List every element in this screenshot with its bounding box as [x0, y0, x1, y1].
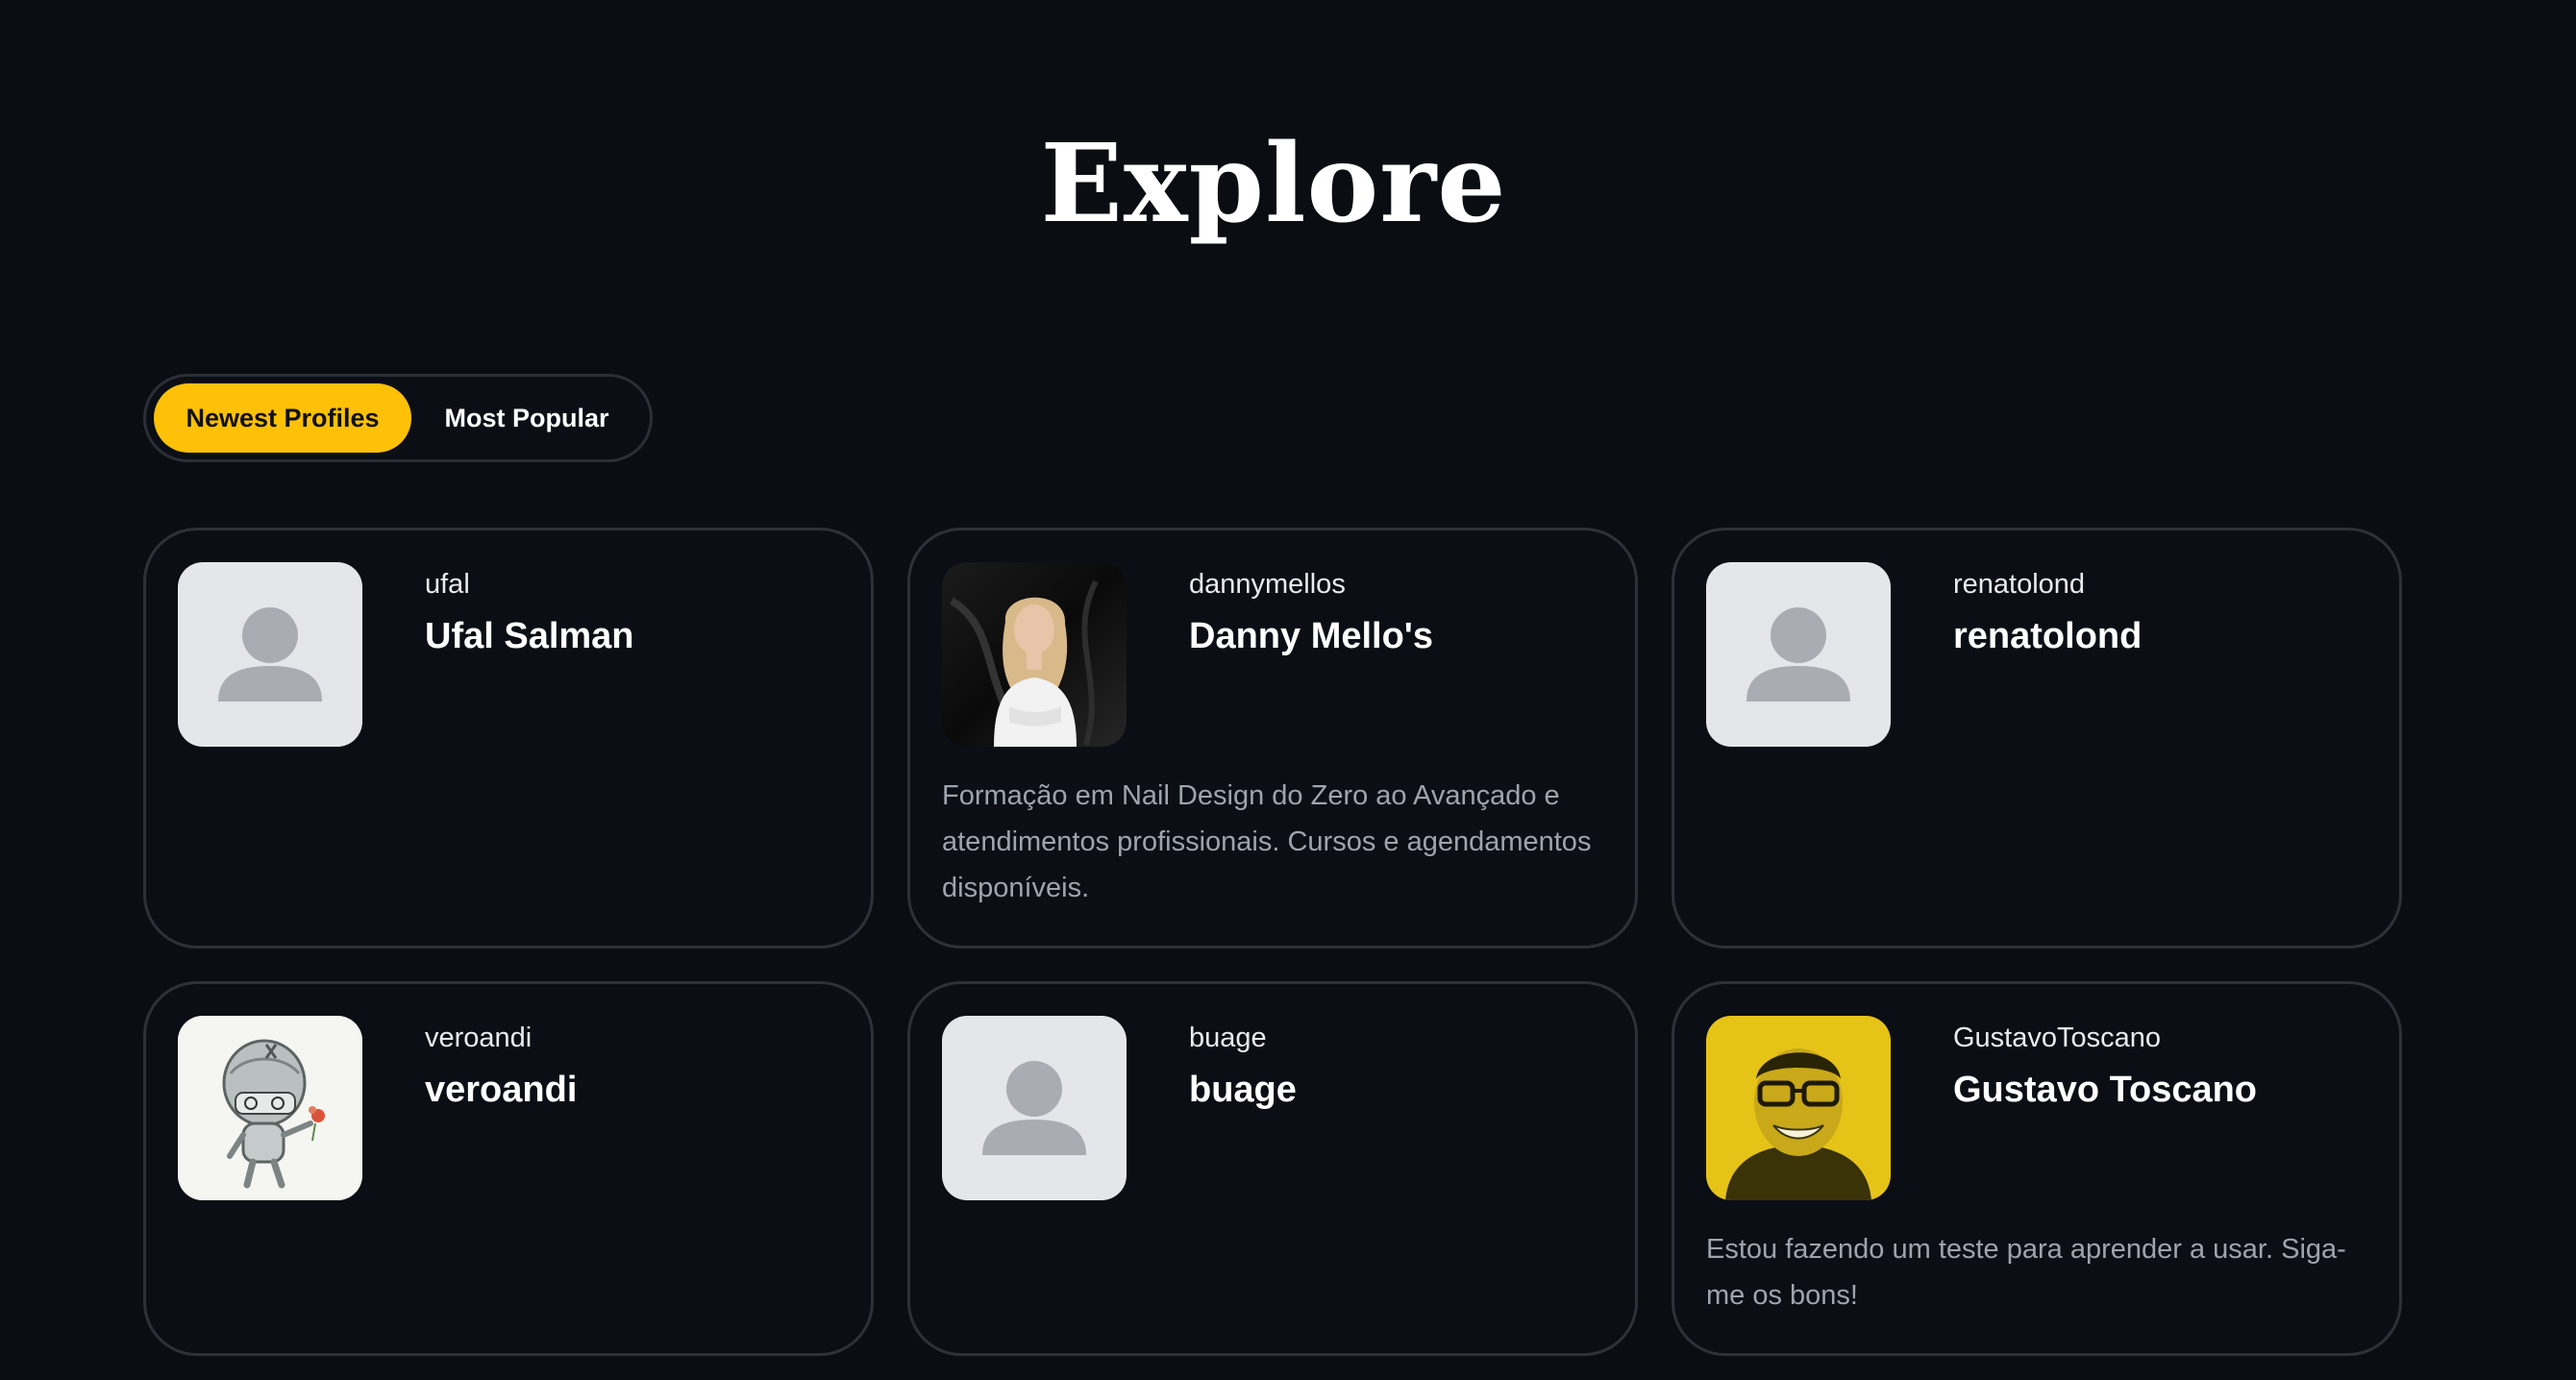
profile-bio: Estou fazendo um teste para aprender a u…: [1706, 1234, 2346, 1311]
man-portrait-photo[interactable]: [1706, 1016, 1891, 1200]
default-user-icon[interactable]: [1706, 562, 1891, 747]
profile-username[interactable]: dannymellos: [1189, 565, 1346, 604]
profile-card[interactable]: ufal Ufal Salman: [143, 528, 874, 949]
profile-display-name[interactable]: Ufal Salman: [425, 613, 634, 659]
profile-card[interactable]: dannymellos Danny Mello's Formação em Na…: [907, 528, 1638, 949]
tab-newest-profiles[interactable]: Newest Profiles: [154, 383, 411, 453]
profile-card[interactable]: renatolond renatolond: [1672, 528, 2402, 949]
explore-page: Explore Newest Profiles Most Popular ufa…: [0, 0, 2576, 1380]
profile-display-name[interactable]: Gustavo Toscano: [1953, 1067, 2257, 1113]
profile-username[interactable]: veroandi: [425, 1019, 532, 1057]
tab-most-popular[interactable]: Most Popular: [411, 383, 642, 453]
profile-username[interactable]: ufal: [425, 565, 470, 604]
robot-drawing[interactable]: [178, 1016, 362, 1200]
profile-bio: Formação em Nail Design do Zero ao Avanç…: [942, 780, 1592, 903]
profile-display-name[interactable]: buage: [1189, 1067, 1297, 1113]
page-title: Explore: [1040, 121, 1507, 248]
profile-card[interactable]: veroandi veroandi: [143, 981, 874, 1356]
profile-filter-tabs: Newest Profiles Most Popular: [143, 374, 653, 462]
default-user-icon[interactable]: [942, 1016, 1127, 1200]
profile-username[interactable]: GustavoToscano: [1953, 1019, 2161, 1057]
profile-display-name[interactable]: Danny Mello's: [1189, 613, 1433, 659]
profile-display-name[interactable]: veroandi: [425, 1067, 577, 1113]
default-user-icon[interactable]: [178, 562, 362, 747]
profile-card[interactable]: buage buage: [907, 981, 1638, 1356]
profile-username[interactable]: buage: [1189, 1019, 1267, 1057]
profile-display-name[interactable]: renatolond: [1953, 613, 2142, 659]
woman-portrait-photo[interactable]: [942, 562, 1127, 747]
profile-card[interactable]: GustavoToscano Gustavo Toscano Estou faz…: [1672, 981, 2402, 1356]
profile-username[interactable]: renatolond: [1953, 565, 2085, 604]
